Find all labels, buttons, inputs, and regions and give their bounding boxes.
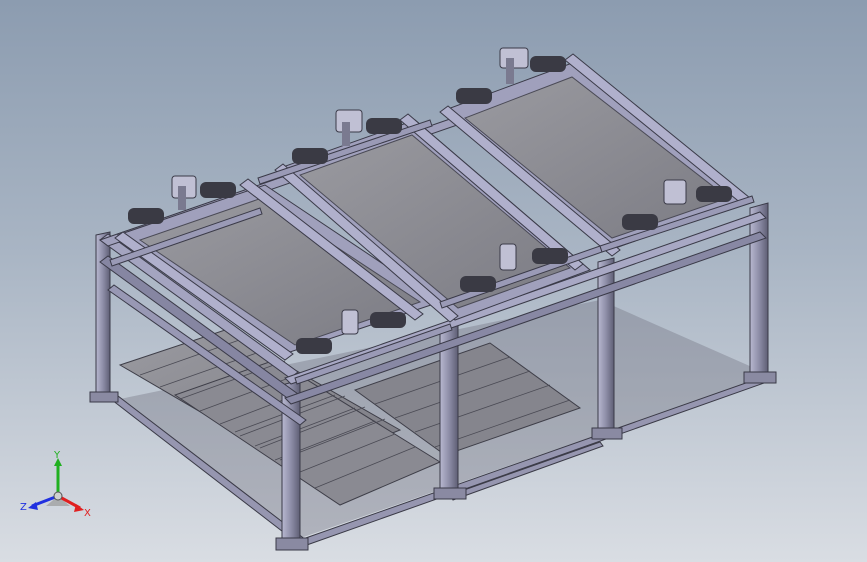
y-axis-label: Y [53, 450, 61, 461]
graphics-viewport[interactable]: Y Z X [0, 0, 867, 562]
x-axis-label: X [84, 508, 91, 519]
z-axis-label: Z [20, 502, 27, 513]
parking-lift-assembly-model[interactable] [0, 0, 867, 562]
axis-triad: Y Z X [20, 450, 91, 519]
